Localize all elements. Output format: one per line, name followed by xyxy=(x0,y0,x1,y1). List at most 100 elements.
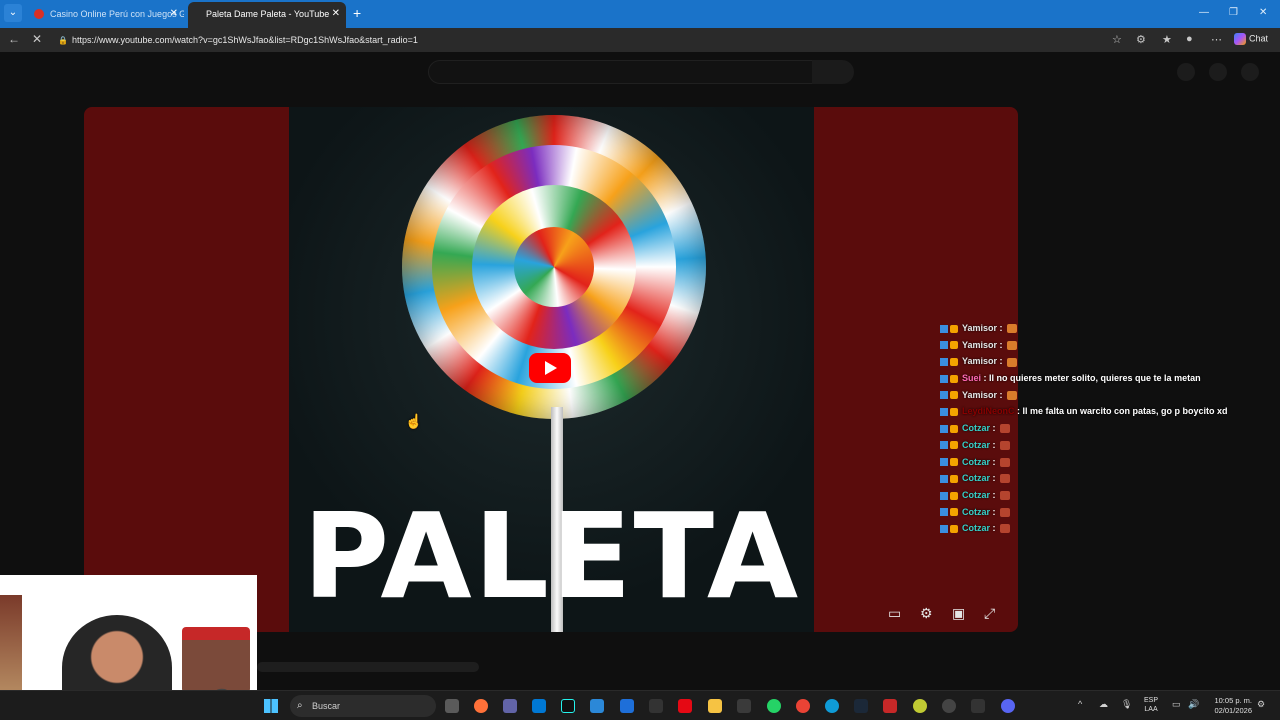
chat-badge-icon xyxy=(950,458,958,467)
chat-emote-icon xyxy=(1000,507,1011,517)
tab-casino[interactable]: Casino Online Perú con Juegos Gr ✕ xyxy=(26,2,184,28)
chat-badge-icon xyxy=(950,441,958,450)
teams-icon[interactable] xyxy=(503,699,517,713)
task-view-icon[interactable] xyxy=(445,699,459,713)
close-window-icon[interactable]: ✕ xyxy=(1259,7,1267,18)
tab-youtube[interactable]: Paleta Dame Paleta - YouTube ✕ xyxy=(188,2,346,28)
microphone-icon[interactable]: 🎙 xyxy=(1121,699,1132,710)
miniplayer-icon[interactable]: ▣ xyxy=(952,605,965,622)
favorite-star-icon[interactable]: ☆ xyxy=(1112,33,1122,46)
more-icon[interactable]: ⋯ xyxy=(1211,33,1222,46)
url-text: https://www.youtube.com/watch?v=gc1ShWsJ… xyxy=(72,35,418,45)
youtube-search-button[interactable] xyxy=(812,60,854,84)
subtitles-icon[interactable]: ▭ xyxy=(888,605,901,622)
chat-username: Cotzar xyxy=(962,423,991,434)
create-icon[interactable] xyxy=(1177,63,1195,81)
chat-emote-icon xyxy=(1007,324,1018,334)
notification-icon[interactable]: ⚙ xyxy=(1257,699,1265,710)
tiktok-icon[interactable] xyxy=(561,699,575,713)
app-icon[interactable] xyxy=(590,699,604,713)
app-icon[interactable] xyxy=(971,699,985,713)
close-tab-icon[interactable]: ✕ xyxy=(332,2,340,26)
new-tab-icon[interactable]: + xyxy=(353,5,361,21)
notifications-icon[interactable] xyxy=(1209,63,1227,81)
settings-gear-icon[interactable]: ⚙ xyxy=(920,605,933,622)
chat-separator: : xyxy=(997,389,1006,400)
account-avatar[interactable] xyxy=(1241,63,1259,81)
steam-icon[interactable] xyxy=(854,699,868,713)
discord-icon[interactable] xyxy=(1001,699,1015,713)
file-explorer-icon[interactable] xyxy=(708,699,722,713)
netflix-icon[interactable] xyxy=(678,699,692,713)
maximize-icon[interactable]: ❐ xyxy=(1229,7,1238,18)
chat-username: Cotzar xyxy=(962,506,991,517)
chat-message: Cotzar : xyxy=(940,487,1230,504)
chat-badge-icon xyxy=(940,374,948,383)
chat-separator: : xyxy=(997,356,1006,367)
copilot-chat-button[interactable]: Chat xyxy=(1234,33,1268,45)
chat-badge-icon xyxy=(940,358,948,366)
tab-actions-icon[interactable]: ⌄ xyxy=(4,4,22,22)
chat-badge-icon xyxy=(950,408,958,417)
chat-badge-icon xyxy=(940,341,948,350)
chat-badge-icon xyxy=(950,341,958,350)
chat-separator: : xyxy=(990,473,999,484)
chat-badge-icon xyxy=(940,508,948,517)
chat-username: Cotzar xyxy=(962,489,991,500)
chat-emote-icon xyxy=(1000,491,1011,500)
chat-emote-icon xyxy=(1000,474,1011,484)
app-icon[interactable] xyxy=(649,699,663,713)
whatsapp-icon[interactable] xyxy=(767,699,781,713)
clock[interactable]: 10:05 p. m. 02/01/2026 xyxy=(1208,696,1252,716)
minimize-icon[interactable]: — xyxy=(1199,7,1209,18)
close-tab-icon[interactable]: ✕ xyxy=(170,2,178,26)
mail-icon[interactable] xyxy=(620,699,634,713)
chat-emote-icon xyxy=(1000,524,1011,534)
chat-username: Yamisor xyxy=(962,323,998,333)
chat-emote-icon xyxy=(1000,440,1011,450)
url-field[interactable]: 🔒 https://www.youtube.com/watch?v=gc1ShW… xyxy=(56,32,1132,49)
tray-app-icon[interactable]: ☁ xyxy=(1099,699,1108,710)
language-indicator[interactable]: ESP LAA xyxy=(1144,696,1158,714)
mouse-cursor-icon: ☝ xyxy=(405,413,423,429)
chat-badge-icon xyxy=(940,391,948,400)
extensions-icon[interactable]: ⚙ xyxy=(1136,33,1146,46)
chat-text: Il me falta un warcito con patas, go p b… xyxy=(1022,406,1228,417)
chat-separator: : xyxy=(990,456,999,467)
play-button[interactable] xyxy=(529,353,571,383)
network-icon[interactable]: ▭ xyxy=(1172,699,1181,710)
taskbar-search[interactable]: ⌕ Buscar xyxy=(290,695,436,717)
edge-icon[interactable] xyxy=(825,699,839,713)
app-icon[interactable] xyxy=(942,699,956,713)
chat-username: Yamisor xyxy=(962,389,998,400)
favorites-icon[interactable]: ★ xyxy=(1162,33,1172,46)
store-icon[interactable] xyxy=(532,699,546,713)
volume-icon[interactable]: 🔊 xyxy=(1188,699,1199,710)
reload-icon[interactable]: ✕ xyxy=(32,32,42,46)
chat-badge-icon xyxy=(950,358,958,366)
chrome-icon[interactable] xyxy=(796,699,810,713)
video-player[interactable]: PALETA ▭ ⚙ ▣ ⤢ xyxy=(84,107,1018,632)
back-icon[interactable]: ← xyxy=(8,32,20,46)
chat-emote-icon xyxy=(1000,424,1011,434)
tray-overflow-icon[interactable]: ^ xyxy=(1078,699,1082,709)
clock-date: 02/01/2026 xyxy=(1214,706,1252,715)
app-icon[interactable] xyxy=(883,699,897,713)
windows-taskbar: ⌕ Buscar ^ ☁ 🎙 ESP LAA ▭ 🔊 10:05 p. m. 0… xyxy=(0,690,1280,720)
address-toolbar: ← ✕ 🔒 https://www.youtube.com/watch?v=gc… xyxy=(0,28,1280,52)
chat-badge-icon xyxy=(950,508,958,517)
chat-badge-icon xyxy=(950,524,958,533)
search-placeholder: Buscar xyxy=(312,701,341,711)
app-icon[interactable] xyxy=(737,699,751,713)
chat-separator: : xyxy=(990,439,999,450)
start-icon[interactable] xyxy=(264,699,278,713)
firefox-icon[interactable] xyxy=(474,699,488,713)
fullscreen-icon[interactable]: ⤢ xyxy=(984,605,995,622)
profile-icon[interactable]: ● xyxy=(1186,33,1193,45)
chat-username: Yamisor xyxy=(962,339,998,350)
chat-label: Chat xyxy=(1249,33,1269,44)
chat-badge-icon xyxy=(940,458,948,467)
chat-separator: : xyxy=(1014,406,1023,417)
youtube-search-input[interactable] xyxy=(428,60,814,84)
app-icon[interactable] xyxy=(913,699,927,713)
